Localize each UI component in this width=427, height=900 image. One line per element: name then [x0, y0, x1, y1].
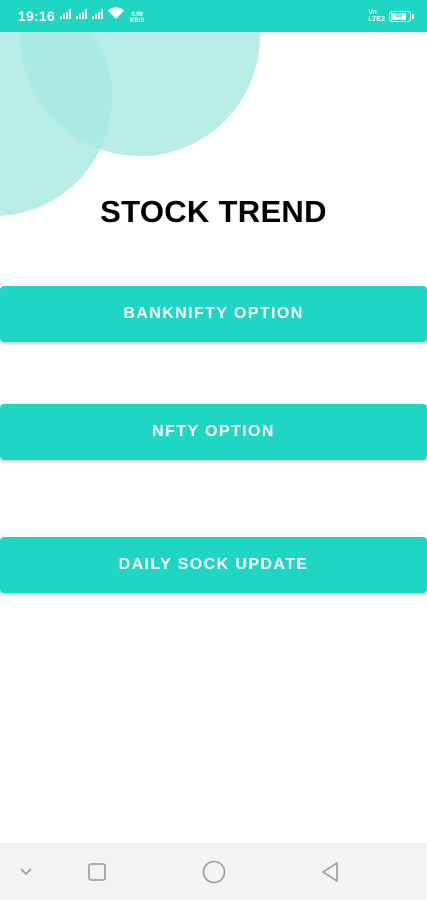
signal-icon [60, 6, 72, 24]
status-icons-left: 0.00 KB/S [60, 6, 144, 24]
network-speed: 0.00 KB/S [130, 12, 144, 24]
network-speed-unit: KB/S [130, 18, 145, 24]
signal-icon [92, 6, 104, 24]
back-triangle-icon[interactable] [300, 843, 360, 900]
recent-apps-square-icon[interactable] [67, 843, 127, 900]
app-title: STOCK TREND [100, 194, 327, 229]
chevron-down-icon[interactable] [0, 843, 56, 900]
status-icons-right: Vo LTE2 88 [368, 9, 414, 23]
battery-icon: 88 [389, 10, 414, 22]
nifty-option-button[interactable]: NFTY OPTION [0, 404, 427, 460]
status-time: 19:16 [18, 8, 55, 24]
navigation-bar [0, 843, 427, 900]
signal-icon [76, 6, 88, 24]
banknifty-option-button[interactable]: BANKNIFTY OPTION [0, 286, 427, 342]
home-circle-icon[interactable] [184, 843, 244, 900]
wifi-icon [108, 6, 124, 24]
decor-circle-small [0, 32, 112, 216]
volte-bottom: LTE2 [368, 16, 385, 23]
battery-level: 88 [391, 12, 406, 20]
volte-top: Vo [368, 9, 377, 16]
volte-indicator: Vo LTE2 [368, 9, 385, 23]
status-bar: 19:16 0.00 KB/S Vo LTE2 88 [0, 0, 427, 32]
daily-stock-update-button[interactable]: DAILY SOCK UPDATE [0, 537, 427, 593]
decor-circle-large [20, 32, 260, 156]
